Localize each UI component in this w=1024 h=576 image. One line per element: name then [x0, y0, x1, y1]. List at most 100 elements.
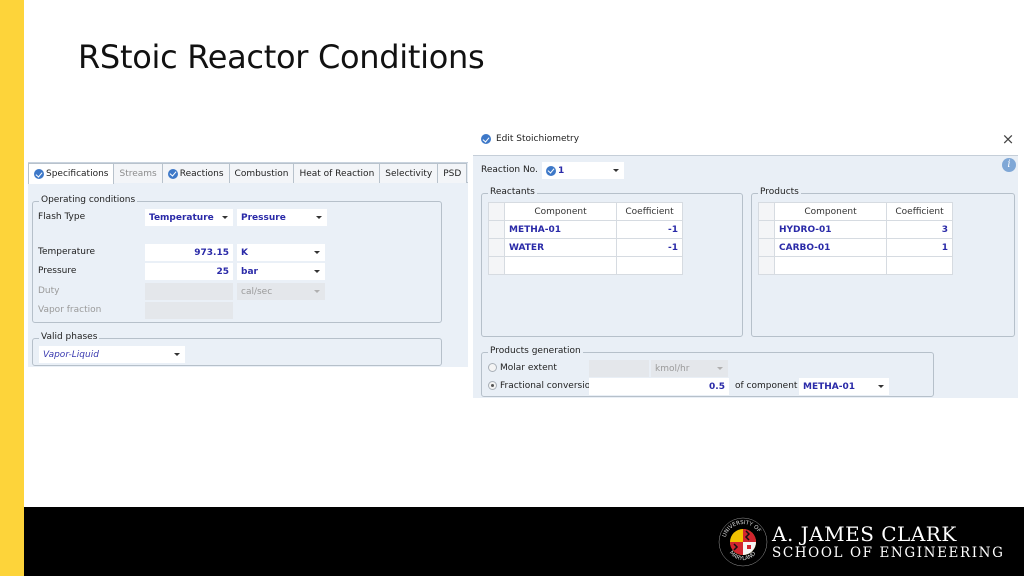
row-header[interactable]: [758, 238, 775, 257]
row-header-corner: [758, 202, 775, 221]
logo-line1: A. JAMES CLARK: [772, 522, 957, 546]
tab-combustion[interactable]: Combustion: [228, 163, 295, 183]
tab-label: Heat of Reaction: [299, 168, 375, 179]
reaction-no-select[interactable]: 1: [542, 162, 624, 179]
component-select[interactable]: METHA-01: [799, 378, 889, 395]
table-row-new[interactable]: [488, 256, 683, 275]
check-circle-icon: [167, 168, 178, 179]
tab-label: Reactions: [179, 168, 224, 179]
vapor-fraction-label: Vapor fraction: [38, 305, 102, 315]
products-generation-group: Products generation Molar extent kmol/hr…: [481, 346, 934, 397]
component-cell[interactable]: CARBO-01: [774, 238, 887, 257]
row-header-corner: [488, 202, 505, 221]
dialog-body: i Reaction No. 1 Reactants Component Coe…: [473, 155, 1018, 398]
row-header[interactable]: [758, 220, 775, 239]
table-row-new[interactable]: [758, 256, 953, 275]
flash-type-2-select[interactable]: Pressure: [237, 209, 327, 226]
tab-selectivity[interactable]: Selectivity: [379, 163, 439, 183]
svg-text:UNIVERSITY OF: UNIVERSITY OF: [722, 520, 762, 538]
pressure-input[interactable]: 25: [145, 263, 233, 280]
coefficient-cell[interactable]: [616, 256, 683, 275]
select-value: kmol/hr: [655, 363, 690, 374]
select-value: K: [241, 247, 248, 258]
valid-phases-select[interactable]: Vapor-Liquid: [39, 346, 185, 363]
tab-psd[interactable]: PSD: [437, 163, 468, 183]
group-label: Products: [758, 187, 801, 197]
select-value: METHA-01: [803, 381, 856, 392]
group-label: Reactants: [488, 187, 537, 197]
chevron-down-icon: [717, 367, 723, 370]
clark-school-logo: UNIVERSITY OF MARYLAND A. JAMES CLARK SC…: [718, 517, 1004, 567]
close-icon[interactable]: ×: [1000, 130, 1016, 148]
tab-heat-of-reaction[interactable]: Heat of Reaction: [293, 163, 381, 183]
component-cell[interactable]: HYDRO-01: [774, 220, 887, 239]
duty-unit-select[interactable]: cal/sec: [237, 283, 325, 300]
dialog-title: Edit Stoichiometry: [496, 134, 580, 144]
check-circle-icon: [34, 169, 44, 179]
flash-type-label: Flash Type: [38, 212, 86, 222]
check-circle-icon: [481, 134, 491, 144]
chevron-down-icon: [613, 169, 619, 172]
table-row[interactable]: METHA-01 -1: [488, 220, 683, 239]
duty-input[interactable]: [145, 283, 233, 300]
row-header[interactable]: [758, 256, 775, 275]
pressure-unit-select[interactable]: bar: [237, 263, 325, 280]
edit-stoichiometry-dialog: Edit Stoichiometry × i Reaction No. 1 Re…: [473, 128, 1018, 398]
group-label: Valid phases: [39, 332, 100, 342]
component-cell[interactable]: [774, 256, 887, 275]
molar-extent-radio[interactable]: [488, 363, 497, 372]
table-row[interactable]: CARBO-01 1: [758, 238, 953, 257]
temperature-input[interactable]: 973.15: [145, 244, 233, 261]
tab-reactions[interactable]: Reactions: [161, 163, 230, 183]
column-header: Component: [774, 202, 887, 221]
molar-extent-label: Molar extent: [500, 363, 557, 373]
vapor-fraction-input[interactable]: [145, 302, 233, 319]
component-cell[interactable]: [504, 256, 617, 275]
coefficient-cell[interactable]: 1: [886, 238, 953, 257]
tab-label: PSD: [443, 168, 462, 179]
row-header[interactable]: [488, 238, 505, 257]
group-label: Operating conditions: [39, 195, 138, 205]
seal-top-text: UNIVERSITY OF: [722, 520, 762, 538]
temperature-label: Temperature: [38, 247, 96, 257]
flash-type-1-select[interactable]: Temperature: [145, 209, 233, 226]
slide-title: RStoic Reactor Conditions: [78, 38, 485, 76]
row-header[interactable]: [488, 256, 505, 275]
column-header: Component: [504, 202, 617, 221]
molar-extent-input[interactable]: [589, 360, 649, 377]
component-cell[interactable]: WATER: [504, 238, 617, 257]
coefficient-cell[interactable]: -1: [616, 220, 683, 239]
row-header[interactable]: [488, 220, 505, 239]
tab-label: Combustion: [234, 168, 289, 179]
info-icon[interactable]: i: [1002, 158, 1016, 172]
temperature-unit-select[interactable]: K: [237, 244, 325, 261]
chevron-down-icon: [314, 251, 320, 254]
coefficient-cell[interactable]: 3: [886, 220, 953, 239]
table-row[interactable]: HYDRO-01 3: [758, 220, 953, 239]
component-cell[interactable]: METHA-01: [504, 220, 617, 239]
chevron-down-icon: [878, 385, 884, 388]
seal-bottom-text: MARYLAND: [728, 550, 757, 562]
specifications-panel: Specifications Streams Reactions Combust…: [28, 162, 468, 367]
molar-extent-unit-select[interactable]: kmol/hr: [651, 360, 728, 377]
fractional-conversion-radio[interactable]: [488, 381, 497, 390]
select-value: Temperature: [149, 212, 214, 223]
chevron-down-icon: [174, 353, 180, 356]
coefficient-cell[interactable]: [886, 256, 953, 275]
accent-bar: [0, 0, 24, 576]
fractional-conversion-label: Fractional conversion: [500, 381, 596, 391]
tab-streams[interactable]: Streams: [113, 163, 163, 183]
table-header-row: Component Coefficient: [758, 202, 953, 221]
pressure-label: Pressure: [38, 266, 77, 276]
tab-specifications[interactable]: Specifications: [28, 163, 115, 184]
select-value: Vapor-Liquid: [43, 349, 99, 360]
duty-label: Duty: [38, 286, 60, 296]
check-circle-icon: [546, 165, 556, 176]
coefficient-cell[interactable]: -1: [616, 238, 683, 257]
table-row[interactable]: WATER -1: [488, 238, 683, 257]
fractional-conversion-input[interactable]: 0.5: [589, 378, 729, 395]
select-value: 1: [558, 165, 565, 176]
tab-label: Selectivity: [385, 168, 433, 179]
chevron-down-icon: [314, 270, 320, 273]
of-component-label: of component: [735, 381, 798, 391]
